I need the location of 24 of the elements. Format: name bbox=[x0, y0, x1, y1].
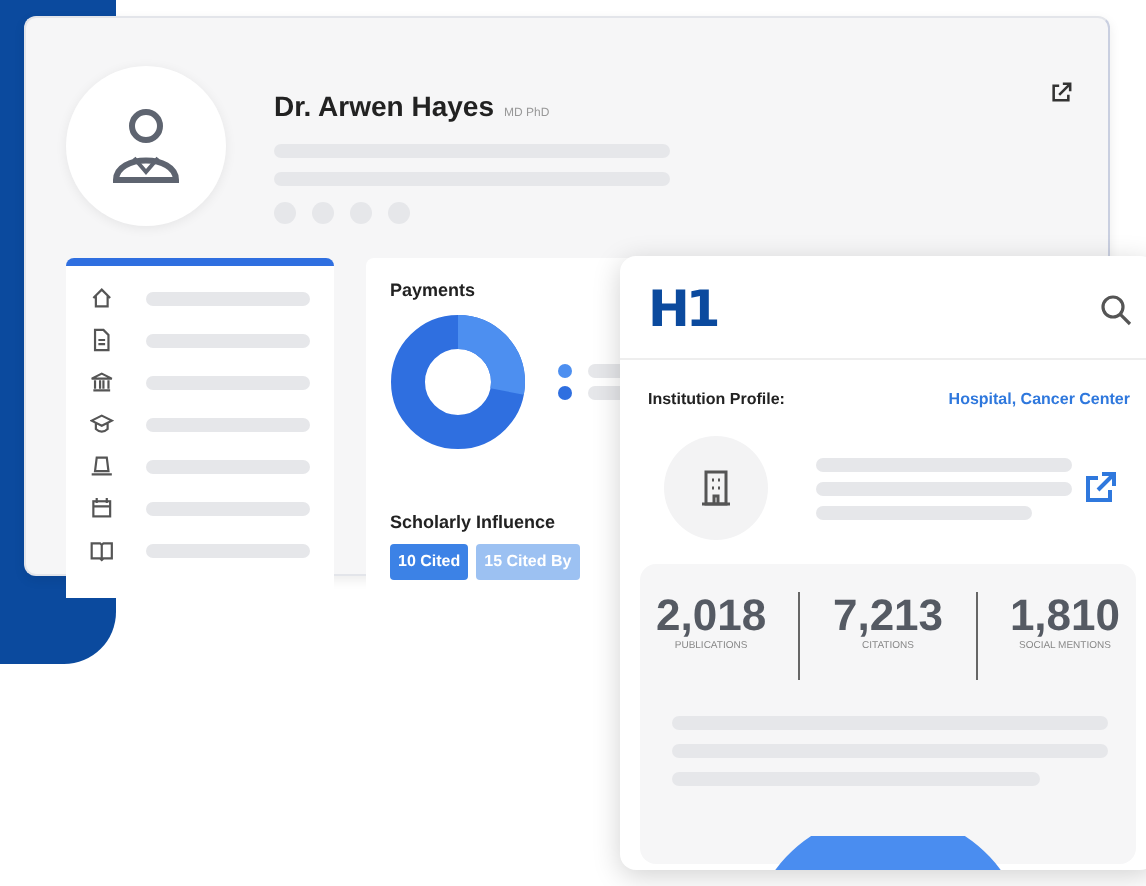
building-icon bbox=[700, 470, 732, 506]
doctor-name: Dr. Arwen Hayes bbox=[274, 88, 494, 126]
search-icon[interactable] bbox=[1100, 293, 1132, 325]
logo: H1 bbox=[648, 284, 717, 334]
panel-title: Payments bbox=[390, 278, 478, 304]
document-icon[interactable] bbox=[90, 328, 114, 352]
external-link-icon[interactable] bbox=[1050, 82, 1072, 104]
stat-value: 1,810 bbox=[1009, 592, 1120, 641]
field-label: Institution Profile: bbox=[648, 388, 785, 412]
book-icon[interactable] bbox=[90, 538, 114, 562]
legend-dot bbox=[558, 385, 572, 399]
stat-value: 2,018 bbox=[656, 592, 767, 641]
stat-value: 7,213 bbox=[832, 592, 944, 641]
calendar-icon[interactable] bbox=[90, 496, 114, 520]
panel-title: Scholarly Influence bbox=[390, 509, 558, 536]
podium-icon[interactable] bbox=[90, 454, 114, 478]
field-value: Hospital, Cancer Center bbox=[948, 388, 1130, 412]
home-icon[interactable] bbox=[90, 286, 114, 310]
bank-icon[interactable] bbox=[90, 370, 114, 394]
doctor-icon bbox=[110, 106, 182, 186]
legend-dot bbox=[558, 363, 572, 377]
donut-chart-drawing bbox=[390, 313, 526, 449]
tab[interactable]: 10 Cited bbox=[390, 544, 469, 580]
graduation-cap-icon[interactable] bbox=[90, 412, 114, 436]
